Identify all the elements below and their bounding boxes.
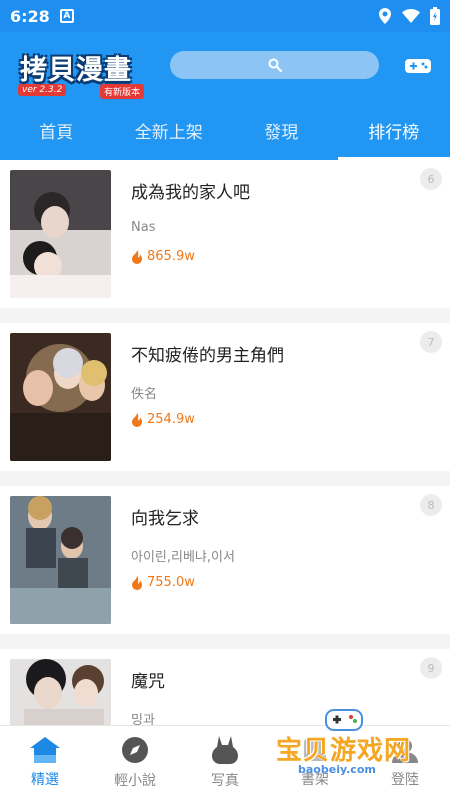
category-tabs: 首頁 全新上架 發現 排行榜 [0, 100, 450, 160]
comic-views: 755.0w [131, 575, 195, 590]
search-icon [268, 58, 282, 72]
notification-a-icon: A [59, 9, 74, 23]
nav-light-novel[interactable]: 輕小說 [90, 726, 180, 800]
tab-new-arrivals[interactable]: 全新上架 [113, 100, 226, 160]
gamepad-icon [405, 59, 431, 73]
comic-card[interactable]: 不知疲倦的男主角們 佚名 254.9w 7 [0, 323, 450, 471]
comic-author: 佚名 [131, 387, 158, 402]
nav-login-label: 登陸 [391, 772, 419, 788]
comic-cover[interactable] [10, 333, 111, 461]
nav-login[interactable]: 登陸 [360, 726, 450, 800]
comic-cover[interactable] [10, 659, 111, 725]
status-icons [378, 7, 440, 25]
comic-views: 865.9w [131, 249, 195, 264]
wifi-icon [402, 9, 420, 23]
new-version-badge[interactable]: 有新版本 [100, 84, 145, 99]
app-header: 拷貝漫畫 ver 2.3.2 有新版本 [0, 32, 450, 100]
views-count: 254.9w [147, 412, 195, 427]
status-time: 6:28 [10, 6, 50, 26]
compass-icon [122, 737, 148, 763]
bottom-navigation: 精選 輕小說 写真 書架 登陸 [0, 725, 450, 800]
tab-rankings[interactable]: 排行榜 [337, 100, 450, 160]
views-count: 865.9w [147, 249, 195, 264]
comic-title[interactable]: 魔咒 [131, 667, 165, 692]
comic-author: Nas [131, 220, 156, 235]
rank-badge: 8 [420, 494, 442, 516]
user-icon [392, 739, 418, 763]
app-logo: 拷貝漫畫 ver 2.3.2 有新版本 [18, 48, 148, 99]
fire-icon [132, 412, 142, 427]
bookshelf-icon [304, 739, 326, 761]
comic-card[interactable]: 向我乞求 아이린,리베냐,이서 755.0w 8 [0, 486, 450, 634]
search-bar[interactable] [170, 51, 379, 79]
nav-light-novel-label: 輕小說 [114, 773, 156, 789]
bunny-icon [212, 736, 238, 764]
nav-featured-label: 精選 [31, 772, 59, 788]
nav-photos[interactable]: 写真 [180, 726, 270, 800]
rank-badge: 7 [420, 331, 442, 353]
nav-bookshelf-label: 書架 [301, 772, 329, 788]
rank-badge: 6 [420, 168, 442, 190]
fire-icon [132, 575, 142, 590]
comic-cover[interactable] [10, 170, 111, 298]
views-count: 755.0w [147, 575, 195, 590]
game-button[interactable] [404, 52, 432, 80]
tab-discover[interactable]: 發現 [225, 100, 338, 160]
comic-title[interactable]: 成為我的家人吧 [131, 178, 250, 203]
status-bar: 6:28 A [0, 0, 450, 32]
tab-home[interactable]: 首頁 [0, 100, 113, 160]
comic-cover[interactable] [10, 496, 111, 624]
logo-version: ver 2.3.2 [18, 84, 67, 96]
ranking-list[interactable]: 成為我的家人吧 Nas 865.9w 6 不知疲倦的男主角們 佚名 254.9w… [0, 160, 450, 725]
nav-bookshelf[interactable]: 書架 [270, 726, 360, 800]
comic-title[interactable]: 向我乞求 [131, 504, 199, 529]
comic-author: 아이린,리베냐,이서 [131, 550, 235, 565]
comic-views: 254.9w [131, 412, 195, 427]
comic-card[interactable]: 魔咒 밍과 9 [0, 649, 450, 725]
logo-title: 拷貝漫畫 [20, 55, 132, 86]
rank-badge: 9 [420, 657, 442, 679]
nav-featured[interactable]: 精選 [0, 726, 90, 800]
comic-title[interactable]: 不知疲倦的男主角們 [131, 341, 284, 366]
battery-icon [430, 7, 440, 25]
comic-card[interactable]: 成為我的家人吧 Nas 865.9w 6 [0, 160, 450, 308]
comic-author: 밍과 [131, 713, 155, 725]
home-icon [30, 737, 60, 763]
nav-photos-label: 写真 [211, 773, 239, 789]
fire-icon [132, 249, 142, 264]
location-icon [379, 8, 391, 24]
